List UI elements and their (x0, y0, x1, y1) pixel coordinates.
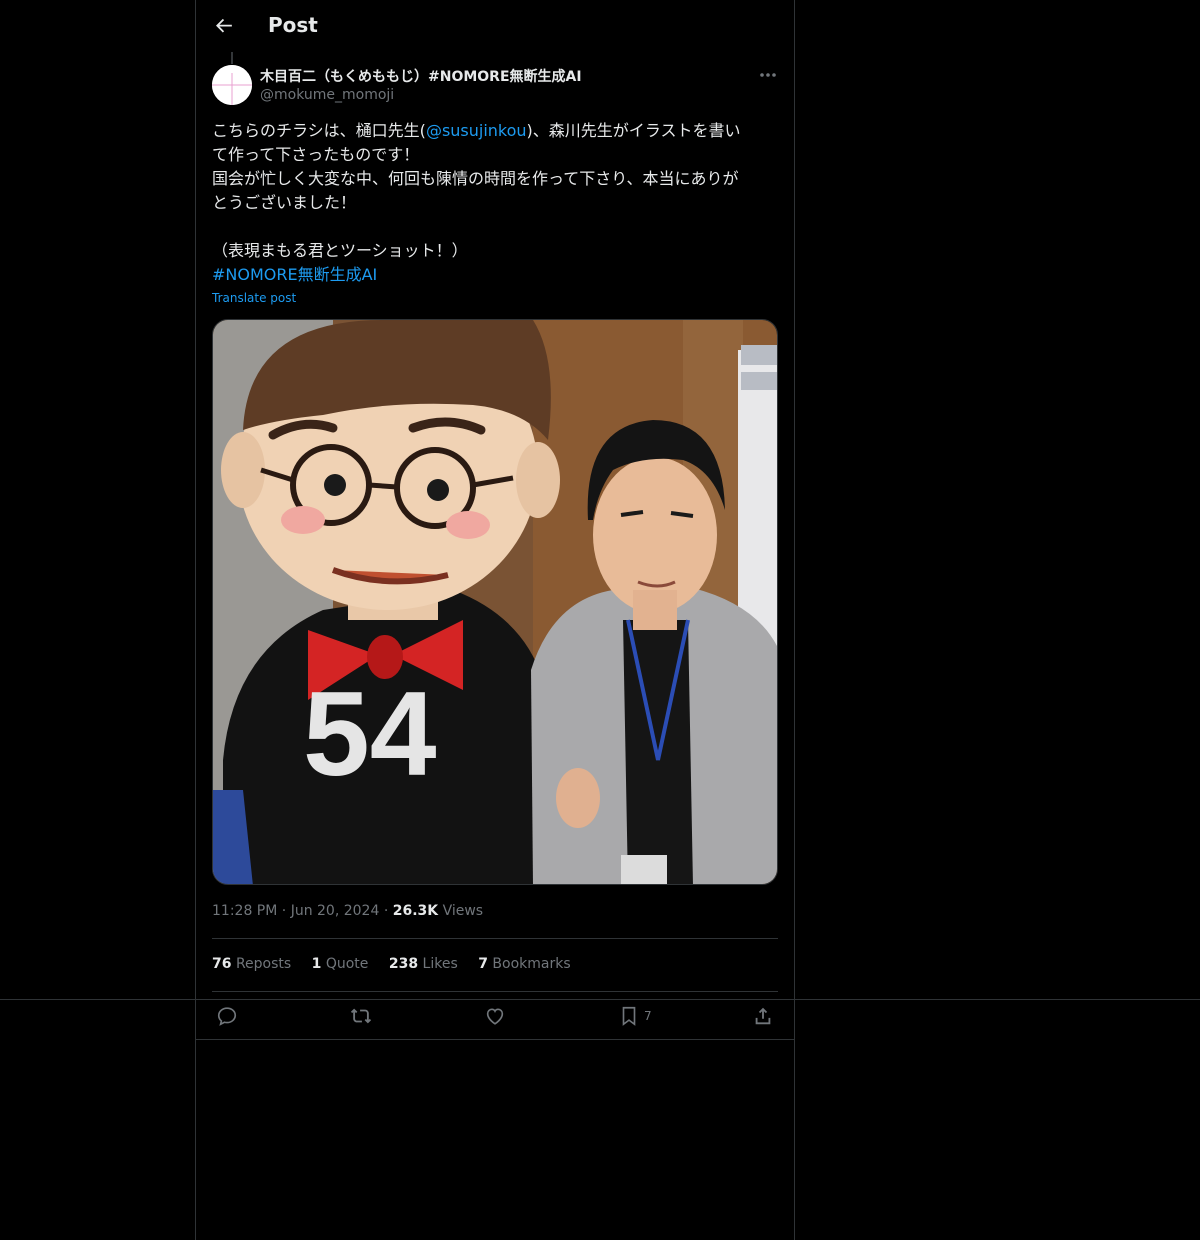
avatar-image (212, 65, 252, 105)
bookmarks-stat[interactable]: 7 Bookmarks (478, 956, 570, 972)
quote-label: Quote (325, 956, 369, 972)
tweet-line: （表現まもる君とツーショット！） (212, 241, 468, 260)
hashtag-link[interactable]: #NOMORE無断生成AI (212, 265, 377, 284)
share-icon (755, 1007, 771, 1025)
likes-count: 238 (388, 956, 419, 972)
repost-button[interactable] (350, 1003, 372, 1029)
reposts-count: 76 (212, 956, 232, 972)
right-column-border (794, 0, 795, 1240)
jersey-number: 54 (303, 667, 437, 801)
views-label: Views (442, 903, 484, 919)
repost-icon (350, 1008, 372, 1024)
tweet-body: こちらのチラシは、樋口先生(@susujinkou)、森川先生がイラストを書い … (212, 119, 778, 287)
tweet-line: 国会が忙しく大変な中、何回も陳情の時間を作って下さり、本当にありが (212, 169, 739, 188)
quote-count: 1 (311, 956, 322, 972)
share-button[interactable] (752, 1003, 774, 1029)
more-options-button[interactable] (756, 64, 780, 86)
tweet-text-segment: )、森川先生がイラストを書い (526, 121, 741, 140)
bookmark-icon (622, 1006, 636, 1026)
tweet-line: #NOMORE無断生成AI (212, 263, 778, 287)
page-header: Post (196, 0, 794, 53)
tweet-line: こちらのチラシは、樋口先生(@susujinkou)、森川先生がイラストを書い (212, 119, 778, 143)
arrow-left-icon (216, 18, 232, 33)
heart-icon (486, 1008, 504, 1025)
bookmarks-label: Bookmarks (492, 956, 571, 972)
page-title: Post (268, 13, 318, 37)
meta-separator: · (281, 903, 287, 919)
reposts-label: Reposts (235, 956, 292, 972)
post-date[interactable]: Jun 20, 2024 (291, 903, 380, 919)
stats-divider (212, 991, 778, 992)
post-column: Post 木目百二（もくめももじ）#NOMORE無断生成AI @mokume_m… (196, 0, 794, 1240)
post-time[interactable]: 11:28 PM (212, 903, 277, 919)
reposts-stat[interactable]: 76 Reposts (212, 956, 291, 972)
post-bottom-divider (196, 1039, 794, 1040)
avatar[interactable] (212, 65, 252, 105)
action-bar: 7 (196, 1003, 794, 1029)
translate-post-link[interactable]: Translate post (212, 291, 296, 305)
engagement-stats: 76 Reposts 1 Quote 238 Likes 7 Bookmarks (212, 956, 587, 972)
post-meta: 11:28 PM · Jun 20, 2024 · 26.3K Views (212, 903, 483, 919)
reply-icon (217, 1007, 237, 1026)
tweet-line: て作って下さったものです！ (212, 145, 420, 164)
bookmark-count: 7 (644, 1009, 652, 1023)
likes-label: Likes (422, 956, 458, 972)
reply-button[interactable] (216, 1003, 238, 1029)
tweet-blank-line (212, 215, 778, 239)
likes-stat[interactable]: 238 Likes (389, 956, 458, 972)
bookmark-button[interactable]: 7 (618, 1003, 652, 1029)
author-handle[interactable]: @mokume_momoji (260, 87, 394, 103)
post-photo[interactable]: 54 (212, 319, 778, 885)
author-display-name[interactable]: 木目百二（もくめももじ）#NOMORE無断生成AI (260, 66, 582, 86)
bookmarks-count: 7 (478, 956, 488, 972)
tweet-text-segment: こちらのチラシは、樋口先生( (212, 121, 426, 140)
tweet-line: とうございました！ (212, 193, 357, 212)
meta-separator: · (383, 903, 389, 919)
back-button[interactable] (210, 12, 238, 40)
photo-mascot-and-person: 54 (213, 320, 777, 884)
more-dots-icon (760, 73, 776, 77)
mention-link[interactable]: @susujinkou (426, 121, 527, 140)
views-count: 26.3K (392, 903, 439, 919)
quote-stat[interactable]: 1 Quote (312, 956, 369, 972)
like-button[interactable] (484, 1003, 506, 1029)
thread-connector (231, 52, 233, 64)
meta-divider (212, 938, 778, 939)
